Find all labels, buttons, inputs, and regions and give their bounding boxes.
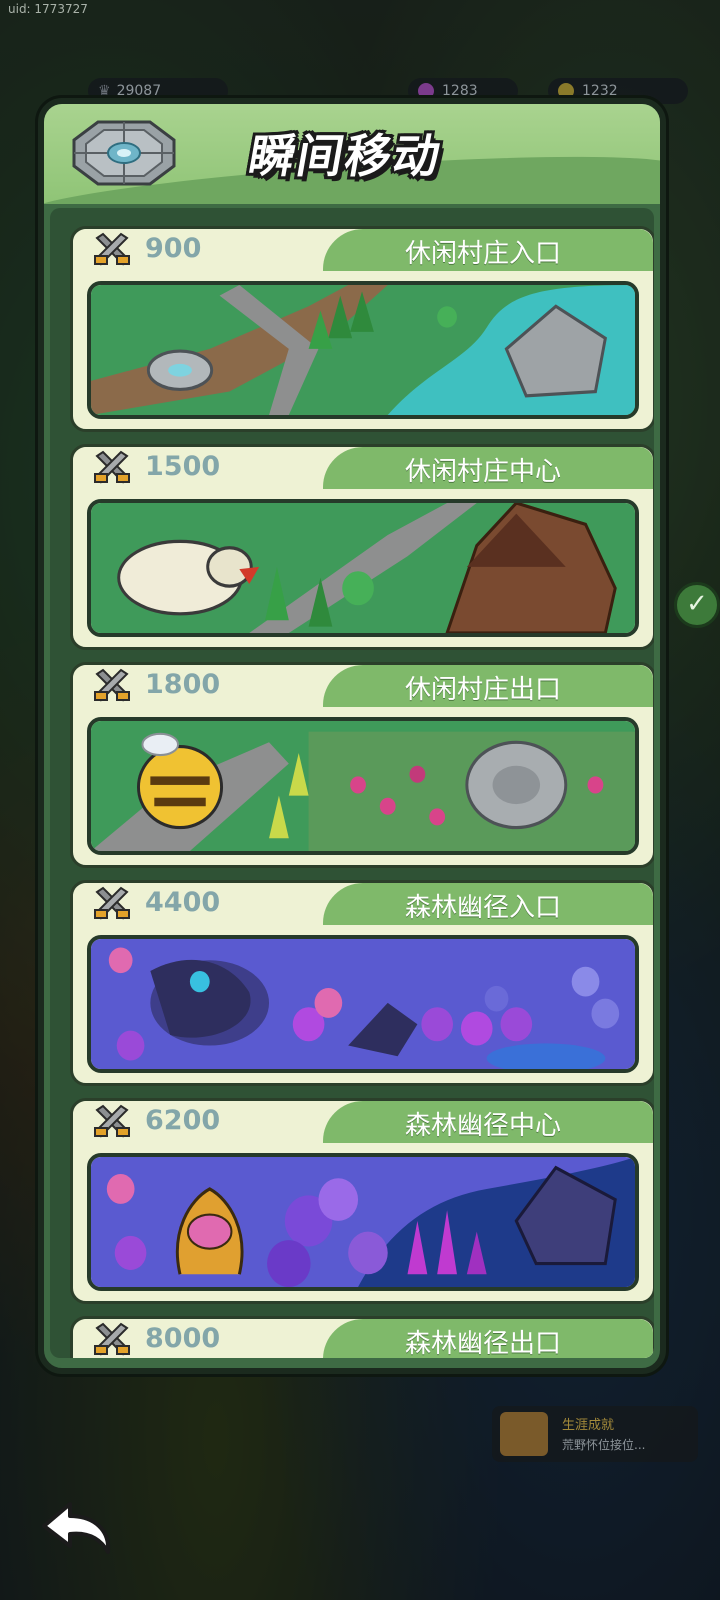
teleport-list[interactable]: 900 休闲村庄入口 1500 休闲村庄中心 1800 休闲村庄出口 4400 …: [50, 208, 654, 1358]
village-exit-map: [91, 721, 635, 851]
panel-title: 瞬间移动: [244, 129, 447, 183]
entry-header: 4400 森林幽径入口: [73, 883, 653, 925]
checkmark-icon[interactable]: ✓: [674, 582, 720, 628]
location-preview[interactable]: [87, 935, 639, 1073]
back-arrow-icon[interactable]: [36, 1500, 114, 1558]
achievement-notice[interactable]: 生涯成就 荒野怀位接位...: [492, 1406, 698, 1462]
teleport-cost: 1800: [145, 669, 221, 700]
teleport-entry[interactable]: 1500 休闲村庄中心: [70, 444, 654, 650]
village-entrance-map: [91, 285, 635, 415]
uid-label: uid: 1773727: [8, 2, 88, 16]
location-preview[interactable]: [87, 1153, 639, 1291]
crossed-swords-icon: [94, 1104, 130, 1138]
crossed-swords-icon: [94, 668, 130, 702]
achievement-icon: [500, 1412, 548, 1456]
location-name: 森林幽径中心: [404, 1111, 561, 1141]
forest-path-center-map: [91, 1157, 635, 1287]
teleport-entry[interactable]: 900 休闲村庄入口: [70, 226, 654, 432]
teleport-entry[interactable]: 4400 森林幽径入口: [70, 880, 654, 1086]
entry-header: 8000 森林幽径出口: [73, 1319, 653, 1358]
gem-value: 1283: [442, 83, 478, 99]
location-name: 休闲村庄出口: [404, 675, 561, 705]
teleport-entry[interactable]: 8000 森林幽径出口: [70, 1316, 654, 1358]
crossed-swords-icon: [94, 450, 130, 484]
crossed-swords-icon: [94, 1322, 130, 1356]
portal-stone-icon: [72, 120, 176, 186]
location-preview[interactable]: [87, 281, 639, 419]
location-name: 森林幽径出口: [404, 1329, 561, 1358]
crossed-swords-icon: [94, 886, 130, 920]
trophy-value: 29087: [116, 83, 162, 99]
teleport-entry[interactable]: 1800 休闲村庄出口: [70, 662, 654, 868]
gem-icon: [418, 83, 434, 99]
teleport-cost: 900: [145, 233, 202, 264]
trophy-icon: ♛: [98, 83, 111, 99]
achievement-desc: 荒野怀位接位...: [562, 1438, 646, 1452]
coin-icon: [558, 83, 574, 99]
location-preview[interactable]: [87, 499, 639, 637]
teleport-cost: 6200: [145, 1105, 221, 1136]
entry-header: 1500 休闲村庄中心: [73, 447, 653, 489]
achievement-title: 生涯成就: [562, 1418, 615, 1433]
panel-header: 瞬间移动: [44, 104, 660, 204]
teleport-panel: 瞬间移动 900 休闲村庄入口 1500 休闲村庄中心 1800 休闲村庄出口 …: [38, 98, 666, 1374]
location-name: 休闲村庄入口: [404, 239, 561, 269]
teleport-cost: 4400: [145, 887, 221, 918]
location-preview[interactable]: [87, 717, 639, 855]
entry-header: 900 休闲村庄入口: [73, 229, 653, 271]
teleport-cost: 8000: [145, 1323, 221, 1354]
teleport-cost: 1500: [145, 451, 221, 482]
entry-header: 6200 森林幽径中心: [73, 1101, 653, 1143]
forest-path-entrance-map: [91, 939, 635, 1069]
entry-header: 1800 休闲村庄出口: [73, 665, 653, 707]
crossed-swords-icon: [94, 232, 130, 266]
coin-value: 1232: [582, 83, 618, 99]
teleport-entry[interactable]: 6200 森林幽径中心: [70, 1098, 654, 1304]
location-name: 休闲村庄中心: [404, 457, 561, 487]
location-name: 森林幽径入口: [404, 893, 561, 923]
village-center-map: [91, 503, 635, 633]
